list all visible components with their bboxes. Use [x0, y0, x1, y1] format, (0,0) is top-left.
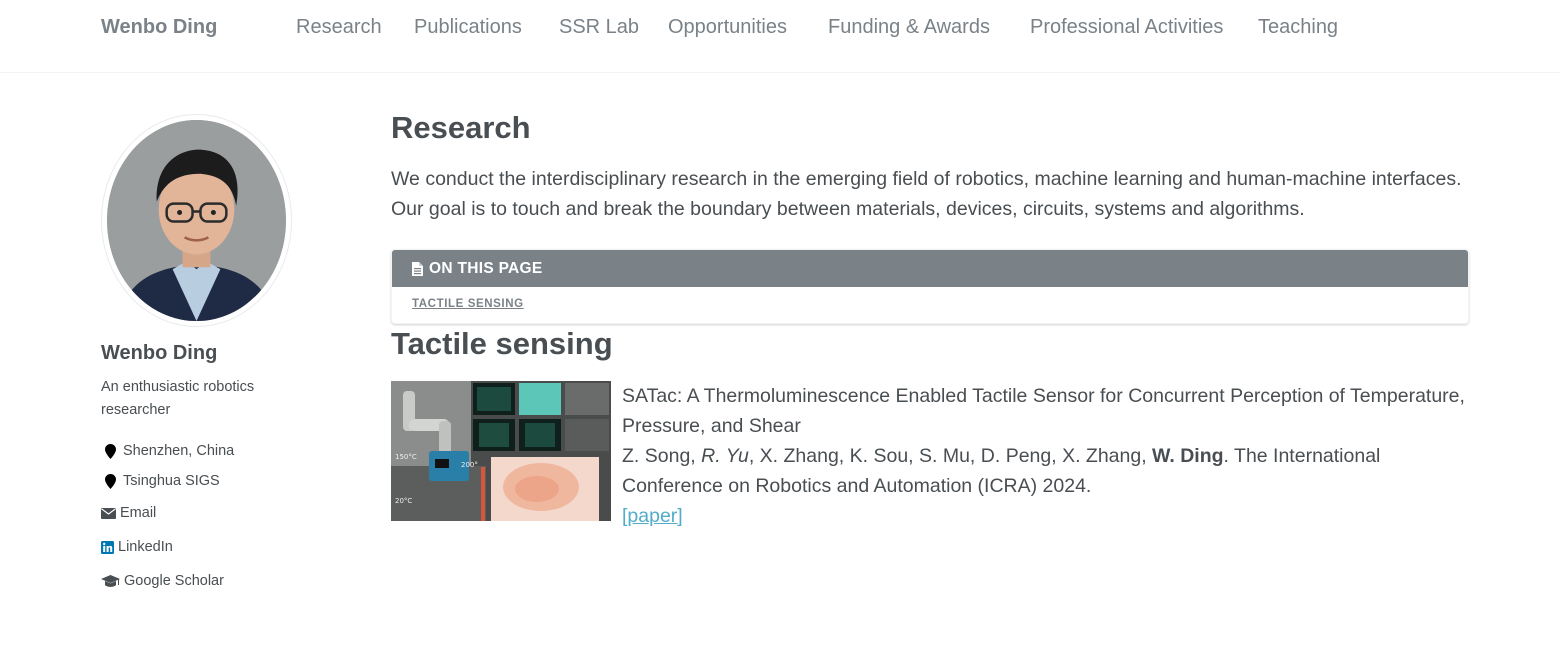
author-linkedin-label: LinkedIn	[118, 539, 173, 555]
publication-authors: Z. Song, R. Yu, X. Zhang, K. Sou, S. Mu,…	[622, 441, 1472, 501]
author-bio: An enthusiastic robotics researcher	[101, 379, 255, 418]
author-location: Shenzhen, China	[101, 443, 234, 459]
nav-item-opportunities[interactable]: Opportunities	[668, 16, 787, 39]
publication-entry: SATac: A Thermoluminescence Enabled Tact…	[622, 381, 1472, 531]
toc-item-tactile-sensing[interactable]: TACTILE SENSING	[412, 298, 524, 310]
nav-item-teaching[interactable]: Teaching	[1258, 16, 1338, 39]
nav-item-ssr-lab[interactable]: SSR Lab	[559, 16, 639, 39]
main-nav: Research Publications SSR Lab Opportunit…	[0, 16, 1560, 42]
toc-header: ON THIS PAGE	[392, 250, 1468, 287]
author-email-link[interactable]: Email	[101, 505, 156, 521]
section-title-tactile-sensing: Tactile sensing	[391, 326, 613, 361]
author-linkedin-link[interactable]: LinkedIn	[101, 539, 173, 555]
masthead: Wenbo Ding Research Publications SSR Lab…	[0, 0, 1560, 73]
author-portrait-image	[107, 120, 286, 321]
map-marker-icon	[101, 443, 119, 459]
author-affiliation: Tsinghua SIGS	[101, 473, 220, 489]
author-google-scholar-label: Google Scholar	[124, 573, 224, 589]
publication-author-italic: R. Yu	[701, 445, 749, 467]
publication-authors-middle: , X. Zhang, K. Sou, S. Mu, D. Peng, X. Z…	[748, 445, 1153, 467]
thumb-label-200: 200°	[461, 461, 478, 469]
publication-thumbnail-image: 150°C 200° 20°C	[391, 381, 611, 521]
publication-title: SATac: A Thermoluminescence Enabled Tact…	[622, 385, 1465, 437]
author-affiliation-label: Tsinghua SIGS	[123, 473, 220, 489]
author-location-label: Shenzhen, China	[123, 443, 235, 459]
nav-item-professional-activities[interactable]: Professional Activities	[1030, 16, 1223, 39]
file-icon	[412, 261, 423, 276]
graduation-cap-icon	[101, 573, 120, 589]
thumb-label-20: 20°C	[395, 497, 412, 505]
envelope-icon	[101, 505, 116, 521]
author-google-scholar-link[interactable]: Google Scholar	[101, 573, 224, 589]
table-of-contents: ON THIS PAGE TACTILE SENSING	[391, 249, 1469, 324]
page-intro: We conduct the interdisciplinary researc…	[391, 168, 1462, 220]
publication-authors-lead: Z. Song,	[622, 445, 702, 467]
page-title: Research	[391, 110, 531, 145]
publication-thumbnail[interactable]: 150°C 200° 20°C	[391, 381, 611, 521]
thumb-label-150: 150°C	[395, 453, 417, 461]
author-avatar-frame	[101, 114, 292, 327]
nav-item-research[interactable]: Research	[296, 16, 382, 39]
publication-author-bold: W. Ding	[1152, 445, 1224, 467]
linkedin-icon	[101, 539, 114, 555]
map-marker-icon	[101, 473, 119, 489]
publication-paper-link[interactable]: [paper]	[622, 505, 683, 527]
toc-header-label: ON THIS PAGE	[429, 259, 543, 277]
author-name: Wenbo Ding	[101, 342, 218, 364]
nav-item-publications[interactable]: Publications	[414, 16, 522, 39]
author-email-label: Email	[120, 505, 157, 521]
nav-item-funding-awards[interactable]: Funding & Awards	[828, 16, 990, 39]
author-avatar	[107, 120, 286, 321]
